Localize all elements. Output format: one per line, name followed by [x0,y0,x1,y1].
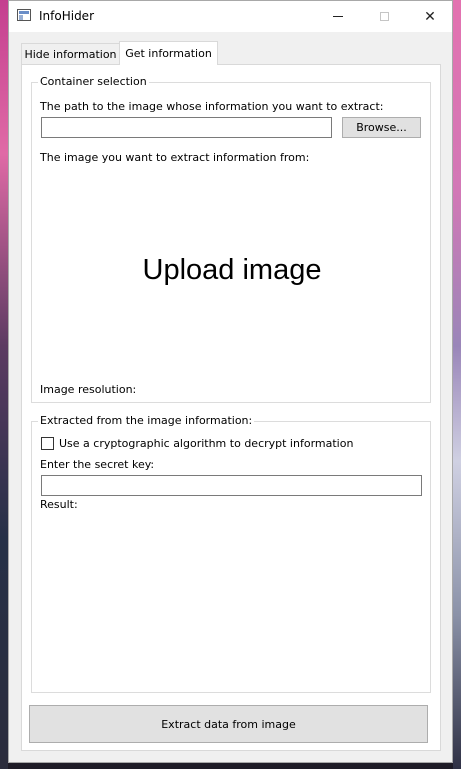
crypto-checkbox[interactable] [41,437,54,450]
path-label: The path to the image whose information … [40,100,384,113]
desktop-background-left [0,0,8,769]
minimize-icon [333,16,343,17]
title-bar[interactable]: InfoHider ✕ [9,1,452,32]
image-preview-area[interactable]: Upload image [40,171,424,371]
window-title: InfoHider [39,9,95,23]
close-button[interactable]: ✕ [407,1,453,32]
extract-data-button-label: Extract data from image [161,717,296,731]
image-label: The image you want to extract informatio… [40,151,310,164]
get-information-panel: Container selection The path to the imag… [21,64,441,751]
extracted-information-title: Extracted from the image information: [38,414,255,427]
tab-get-information[interactable]: Get information [119,41,218,65]
tab-label: Get information [125,47,212,60]
extract-data-button[interactable]: Extract data from image [29,705,428,743]
upload-image-text: Upload image [142,254,322,286]
app-icon [17,9,31,21]
crypto-checkbox-label[interactable]: Use a cryptographic algorithm to decrypt… [59,437,353,450]
minimize-button[interactable] [315,1,361,32]
secret-key-input[interactable] [41,475,422,496]
browse-button-label: Browse... [356,121,407,134]
result-label: Result: [40,498,78,511]
tab-hide-information[interactable]: Hide information [21,43,120,64]
close-icon: ✕ [424,8,436,25]
extracted-information-group: Extracted from the image information: Us… [31,414,431,693]
image-resolution-label: Image resolution: [40,383,137,396]
maximize-icon [379,12,389,21]
image-path-input[interactable] [41,117,332,138]
tab-label: Hide information [24,47,117,61]
container-selection-title: Container selection [38,75,149,88]
container-selection-group: Container selection The path to the imag… [31,75,431,403]
maximize-button[interactable] [361,1,407,32]
result-area [40,516,424,686]
app-window: InfoHider ✕ Hide information Get informa… [8,0,453,763]
browse-button[interactable]: Browse... [342,117,421,138]
desktop-background-right [453,0,461,769]
secret-key-label: Enter the secret key: [40,458,155,471]
